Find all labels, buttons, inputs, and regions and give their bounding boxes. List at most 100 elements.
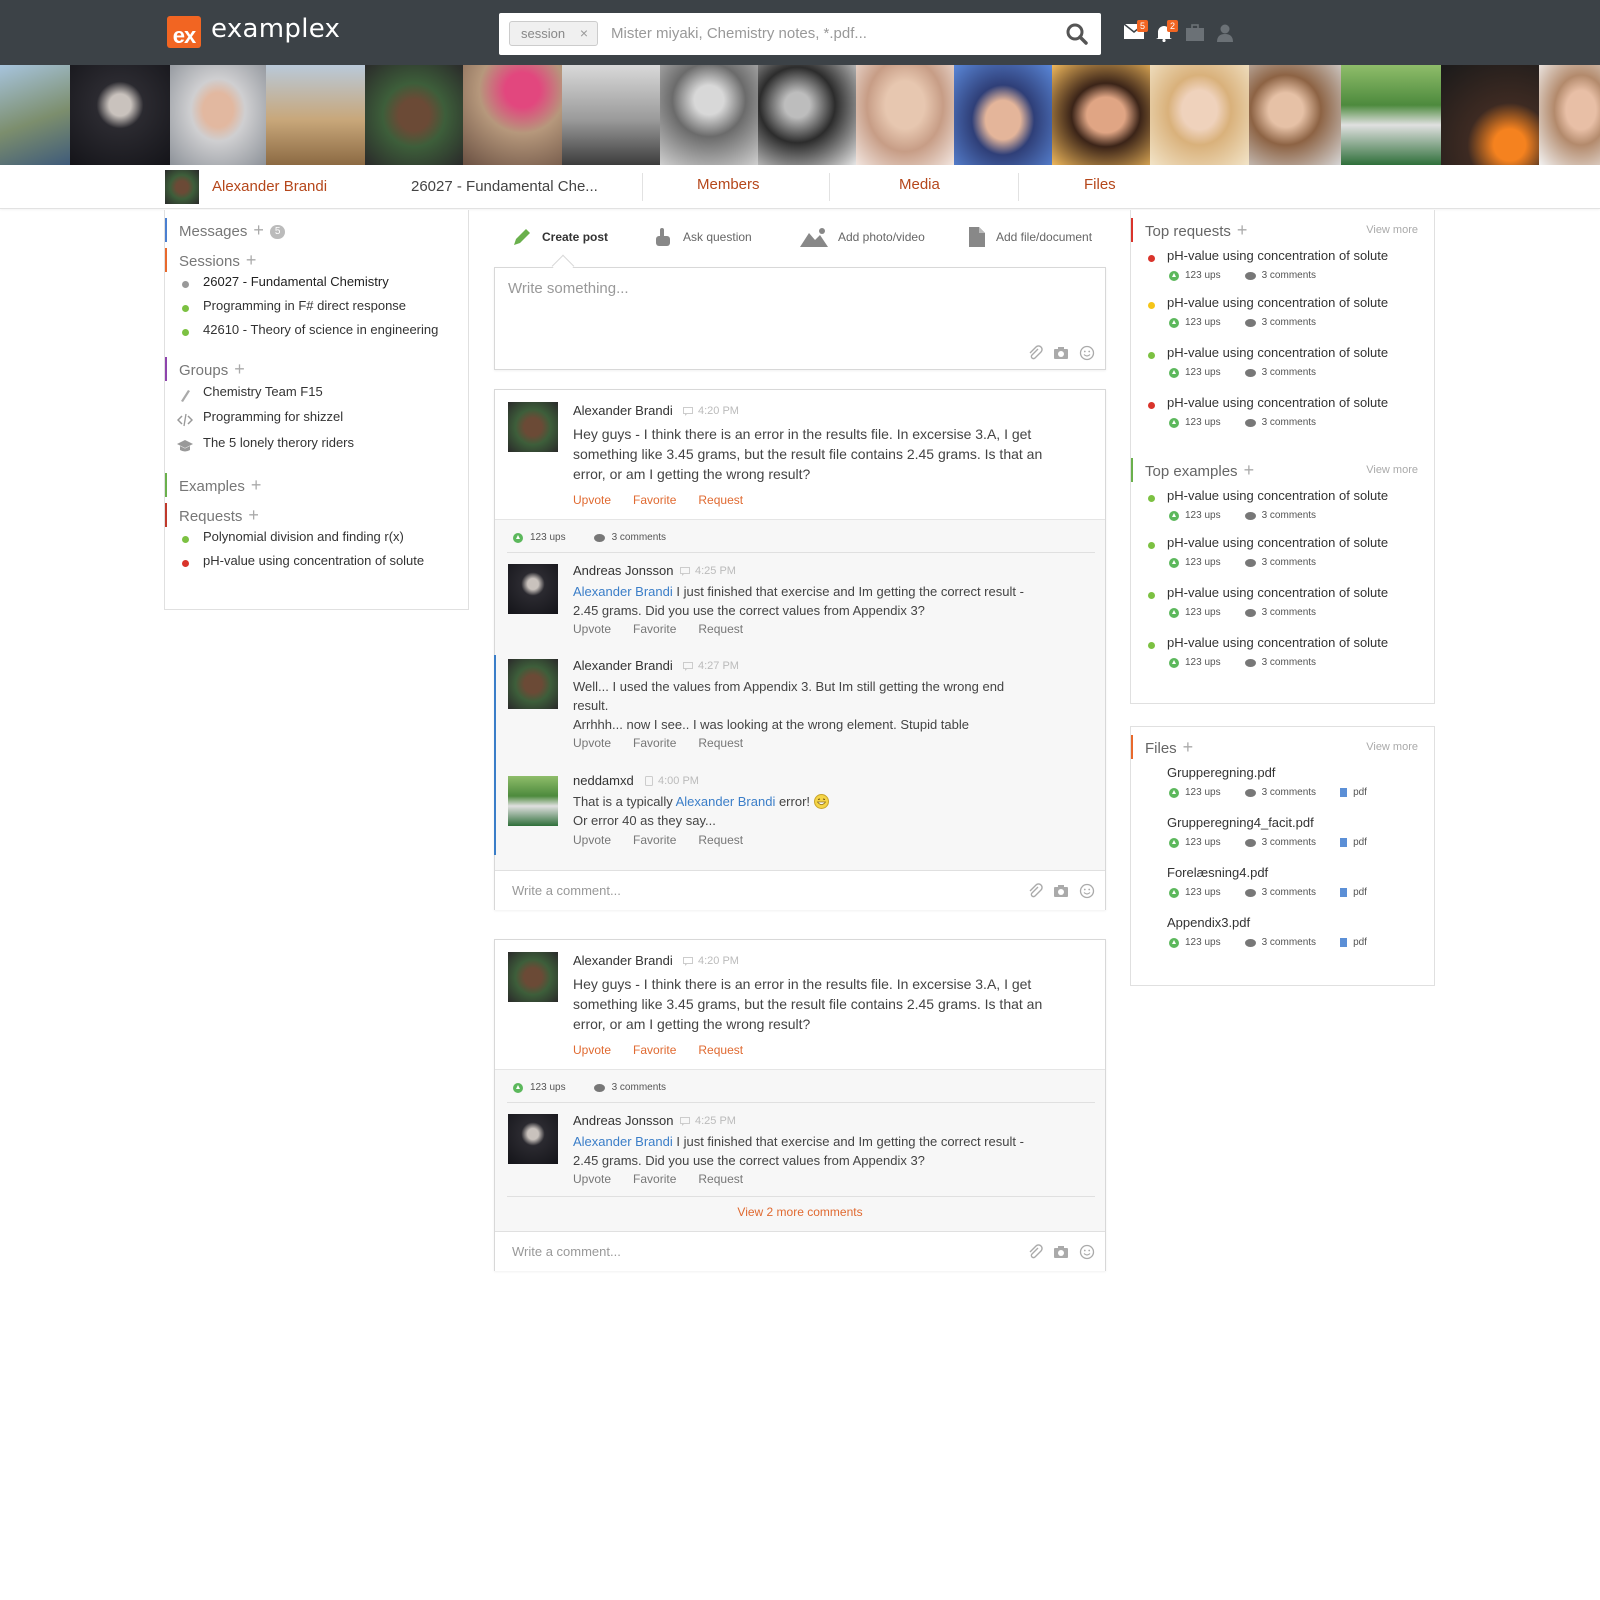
comments-count[interactable]: 3 comments [1262,317,1316,328]
add-icon[interactable]: + [1244,460,1255,480]
sidebar-item-group[interactable]: Chemistry Team F15 [203,384,323,399]
comment-input[interactable]: Write a comment... [512,883,621,898]
list-item-title[interactable]: pH-value using concentration of solute [1167,635,1388,650]
request-button[interactable]: Request [698,493,743,507]
upvote-button[interactable]: Upvote [573,833,611,847]
comments-count[interactable]: 3 comments [1262,937,1316,948]
paperclip-icon[interactable] [1027,1244,1043,1260]
member-photo[interactable] [70,65,170,165]
avatar[interactable] [508,776,558,826]
file-link[interactable]: Forelæsning4.pdf [1167,865,1268,880]
member-photo[interactable] [0,65,70,165]
add-icon[interactable]: + [1183,737,1194,757]
comment-author[interactable]: Andreas Jonsson [573,1113,673,1128]
member-photo[interactable] [758,65,856,165]
member-photo[interactable] [365,65,463,165]
request-button[interactable]: Request [698,1043,743,1057]
sidebar-item-session[interactable]: 42610 - Theory of science in engineering [203,322,438,337]
user-icon[interactable] [1214,20,1236,44]
comments-count[interactable]: 3 comments [1262,270,1316,281]
member-photo[interactable] [856,65,954,165]
comments-count[interactable]: 3 comments [1262,837,1316,848]
upvote-button[interactable]: Upvote [573,1172,611,1186]
user-mention-link[interactable]: Alexander Brandi [573,1134,673,1149]
add-icon[interactable]: + [248,505,259,525]
composer-input[interactable]: Write something... [508,280,629,297]
member-photo[interactable] [562,65,660,165]
request-button[interactable]: Request [698,622,743,636]
avatar[interactable] [508,564,558,614]
favorite-button[interactable]: Favorite [633,833,676,847]
member-photo[interactable] [954,65,1052,165]
view-more-link[interactable]: View more [1366,464,1418,476]
comment-author[interactable]: Alexander Brandi [573,658,673,673]
paperclip-icon[interactable] [1027,883,1043,899]
sidebar-item-group[interactable]: Programming for shizzel [203,409,343,424]
sidebar-item-request[interactable]: pH-value using concentration of solute [203,553,424,568]
add-icon[interactable]: + [234,359,245,379]
member-photo[interactable] [463,65,562,165]
search-input[interactable]: Mister miyaki, Chemistry notes, *.pdf... [611,25,867,42]
comment-composer[interactable]: Write a comment... [495,870,1105,910]
comment-composer[interactable]: Write a comment... [495,1231,1105,1271]
add-icon[interactable]: + [251,475,262,495]
member-photo[interactable] [1341,65,1441,165]
list-item-title[interactable]: pH-value using concentration of solute [1167,248,1388,263]
section-files[interactable]: Files + [1131,735,1193,759]
member-photo[interactable] [1441,65,1539,165]
sidebar-item-session[interactable]: Programming in F# direct response [203,298,406,313]
file-link[interactable]: Grupperegning.pdf [1167,765,1275,780]
comments-count[interactable]: 3 comments [1262,417,1316,428]
app-name[interactable]: examplex [211,14,340,44]
sidebar-section-sessions[interactable]: Sessions + [165,248,256,272]
tab-ask-question[interactable]: Ask question [653,222,752,252]
tab-members[interactable]: Members [697,176,760,193]
view-more-link[interactable]: View more [1366,224,1418,236]
search-icon[interactable] [1065,22,1089,46]
list-item-title[interactable]: pH-value using concentration of solute [1167,488,1388,503]
camera-icon[interactable] [1053,345,1069,361]
avatar[interactable] [165,170,199,204]
comments-count[interactable]: 3 comments [1262,510,1316,521]
comments-count[interactable]: 3 comments [612,1082,666,1093]
add-icon[interactable]: + [246,250,257,270]
logo-mark[interactable]: ex [167,16,201,48]
sidebar-section-examples[interactable]: Examples + [165,473,261,497]
camera-icon[interactable] [1053,1244,1069,1260]
comments-count[interactable]: 3 comments [612,532,666,543]
member-photo[interactable] [1539,65,1600,165]
user-mention-link[interactable]: Alexander Brandi [676,794,776,809]
smiley-icon[interactable] [1079,883,1095,899]
upvote-button[interactable]: Upvote [573,736,611,750]
subnav-course-title[interactable]: 26027 - Fundamental Che... [411,178,598,195]
search-filter-chip[interactable]: session × [509,21,599,46]
bell-icon[interactable]: 2 [1154,20,1178,44]
add-icon[interactable]: + [1237,220,1248,240]
list-item-title[interactable]: pH-value using concentration of solute [1167,535,1388,550]
request-button[interactable]: Request [698,833,743,847]
smiley-icon[interactable] [1079,1244,1095,1260]
favorite-button[interactable]: Favorite [633,622,676,636]
favorite-button[interactable]: Favorite [633,1043,676,1057]
view-more-link[interactable]: View more [1366,741,1418,753]
member-photo[interactable] [1249,65,1341,165]
post-author[interactable]: Alexander Brandi [573,403,673,418]
tab-files[interactable]: Files [1084,176,1116,193]
section-top-requests[interactable]: Top requests + [1131,218,1247,242]
view-more-comments-link[interactable]: View 2 more comments [495,1205,1105,1219]
comments-count[interactable]: 3 comments [1262,787,1316,798]
sidebar-item-request[interactable]: Polynomial division and finding r(x) [203,529,404,544]
upvote-button[interactable]: Upvote [573,493,611,507]
add-icon[interactable]: + [253,220,264,240]
upvote-button[interactable]: Upvote [573,1043,611,1057]
comments-count[interactable]: 3 comments [1262,887,1316,898]
mail-icon[interactable]: 5 [1124,20,1148,44]
file-link[interactable]: Appendix3.pdf [1167,915,1250,930]
member-photo[interactable] [266,65,365,165]
list-item-title[interactable]: pH-value using concentration of solute [1167,585,1388,600]
request-button[interactable]: Request [698,736,743,750]
tab-create-post[interactable]: Create post [512,222,608,252]
comment-author[interactable]: neddamxd [573,773,634,788]
subnav-user-link[interactable]: Alexander Brandi [212,178,327,195]
avatar[interactable] [508,952,558,1002]
